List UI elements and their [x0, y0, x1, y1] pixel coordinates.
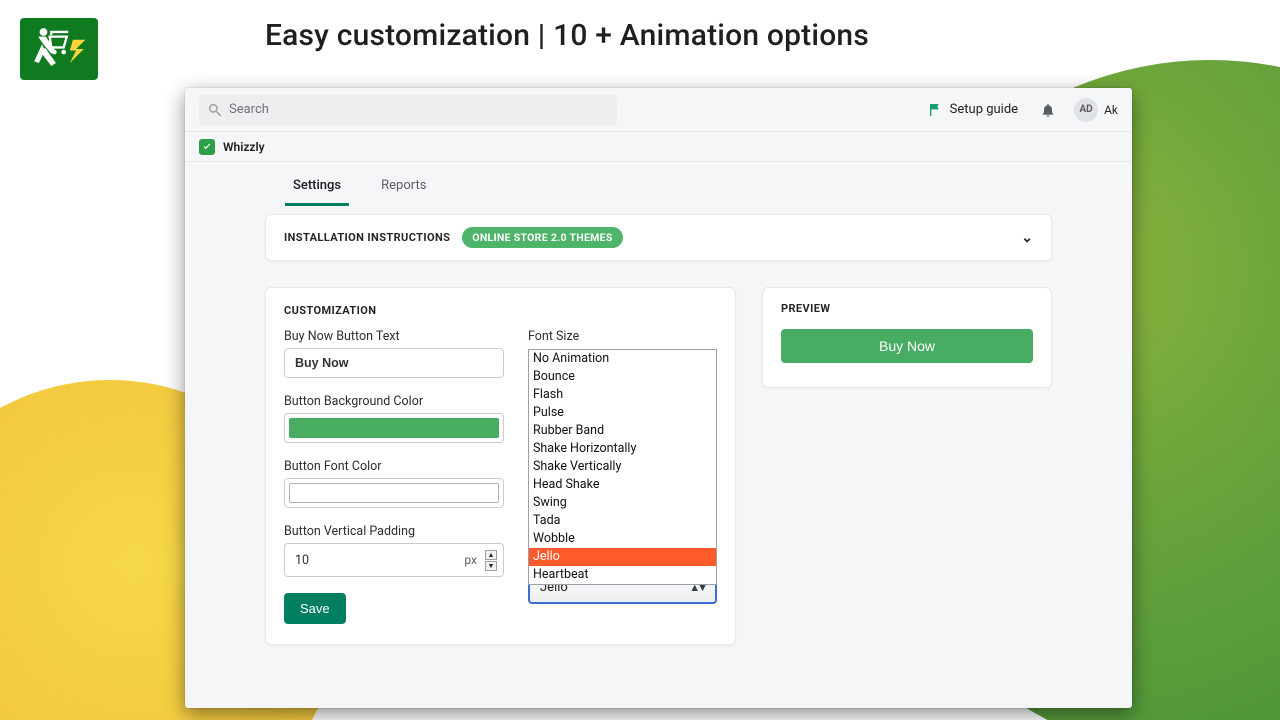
notifications-button[interactable]: [1040, 102, 1056, 118]
preview-buy-now-button[interactable]: Buy Now: [781, 329, 1033, 363]
promo-headline: Easy customization | 10 + Animation opti…: [265, 18, 1025, 53]
chevron-down-icon: ⌄: [1021, 230, 1033, 246]
bg-color-input[interactable]: [284, 413, 504, 443]
topbar: Search Setup guide AD Ak: [185, 88, 1132, 132]
app-name: Whizzly: [223, 140, 265, 154]
animation-option[interactable]: Head Shake: [529, 476, 716, 494]
search-input[interactable]: Search: [199, 95, 617, 125]
avatar[interactable]: AD: [1074, 98, 1098, 122]
bell-icon: [1040, 102, 1056, 118]
tabs: Settings Reports: [185, 166, 1132, 206]
app-window: Search Setup guide AD Ak Whizzly Setting…: [185, 88, 1132, 708]
app-logo-badge: [20, 18, 98, 80]
search-icon: [207, 102, 223, 118]
customization-card: CUSTOMIZATION Buy Now Button Text Button…: [265, 287, 736, 645]
animation-option[interactable]: Shake Horizontally: [529, 440, 716, 458]
preview-title: PREVIEW: [781, 302, 1033, 315]
font-size-label: Font Size: [528, 329, 717, 344]
animation-options-listbox[interactable]: No AnimationBounceFlashPulseRubber BandS…: [528, 349, 717, 585]
account-short-label: Ak: [1104, 103, 1118, 117]
vpad-value: 10: [295, 553, 309, 568]
animation-option[interactable]: No Animation: [529, 350, 716, 368]
stepper-up-icon[interactable]: ▲: [485, 550, 497, 560]
animation-option[interactable]: Shake Vertically: [529, 458, 716, 476]
app-mini-icon: [199, 139, 215, 155]
customization-title: CUSTOMIZATION: [284, 304, 717, 317]
animation-option[interactable]: Wobble: [529, 530, 716, 548]
animation-option[interactable]: Tada: [529, 512, 716, 530]
save-button[interactable]: Save: [284, 593, 346, 624]
animation-option[interactable]: Swing: [529, 494, 716, 512]
buy-now-text-label: Buy Now Button Text: [284, 329, 504, 344]
font-color-input[interactable]: [284, 478, 504, 508]
vpad-stepper[interactable]: ▲ ▼: [485, 550, 497, 571]
vpad-unit: px: [464, 553, 477, 567]
tab-reports[interactable]: Reports: [373, 168, 434, 206]
animation-option[interactable]: Bounce: [529, 368, 716, 386]
animation-option[interactable]: Jello: [529, 548, 716, 566]
animation-option[interactable]: Pulse: [529, 404, 716, 422]
animation-option[interactable]: Flash: [529, 386, 716, 404]
preview-card: PREVIEW Buy Now: [762, 287, 1052, 388]
buy-now-text-input[interactable]: [284, 348, 504, 378]
bg-color-label: Button Background Color: [284, 394, 504, 409]
app-bar: Whizzly: [185, 132, 1132, 162]
flag-icon: [928, 102, 944, 118]
online-store-badge: ONLINE STORE 2.0 THEMES: [462, 227, 622, 248]
vpad-input[interactable]: 10 px ▲ ▼: [284, 543, 504, 577]
installation-instructions-card[interactable]: INSTALLATION INSTRUCTIONS ONLINE STORE 2…: [265, 214, 1052, 261]
vpad-label: Button Vertical Padding: [284, 524, 504, 539]
installation-title: INSTALLATION INSTRUCTIONS: [284, 231, 450, 244]
stepper-down-icon[interactable]: ▼: [485, 561, 497, 571]
font-color-label: Button Font Color: [284, 459, 504, 474]
bg-color-swatch: [289, 418, 499, 438]
font-color-swatch: [289, 483, 499, 503]
tab-settings[interactable]: Settings: [285, 168, 349, 206]
setup-guide-label: Setup guide: [950, 102, 1018, 117]
setup-guide-link[interactable]: Setup guide: [928, 102, 1018, 118]
animation-option[interactable]: Heartbeat: [529, 566, 716, 584]
animation-option[interactable]: Rubber Band: [529, 422, 716, 440]
search-placeholder: Search: [229, 102, 269, 117]
